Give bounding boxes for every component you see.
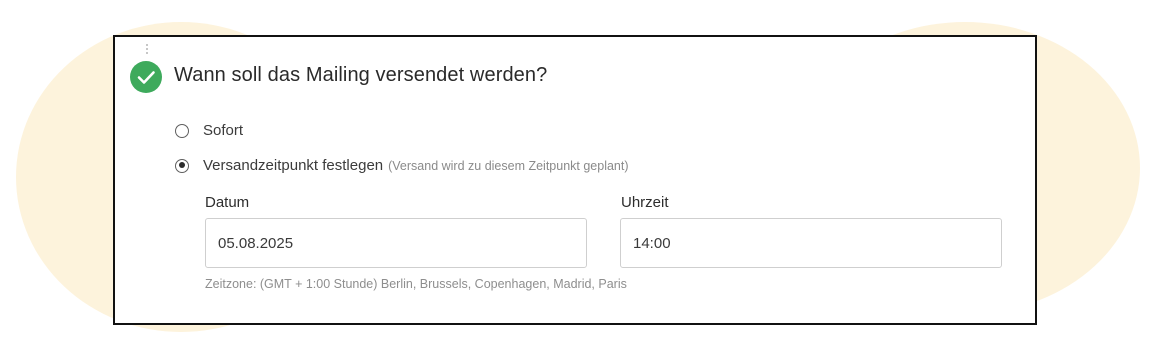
date-label: Datum <box>205 194 250 211</box>
time-value: 14:00 <box>633 234 671 252</box>
option-hint: (Versand wird zu diesem Zeitpunkt geplan… <box>388 158 629 173</box>
time-input[interactable]: 14:00 <box>620 218 1002 268</box>
option-immediately[interactable]: Sofort <box>175 122 243 139</box>
screenshot-stage: Wann soll das Mailing versendet werden? … <box>0 0 1152 350</box>
time-label: Uhrzeit <box>621 194 669 211</box>
date-value: 05.08.2025 <box>218 234 294 252</box>
option-label: Versandzeitpunkt festlegen <box>203 157 384 174</box>
schedule-card: Wann soll das Mailing versendet werden? … <box>113 35 1037 325</box>
option-label: Sofort <box>203 122 244 139</box>
section-title: Wann soll das Mailing versendet werden? <box>174 64 548 86</box>
radio-button-unchecked[interactable] <box>175 123 189 138</box>
radio-button-checked[interactable] <box>175 158 189 173</box>
option-schedule[interactable]: Versandzeitpunkt festlegen (Versand wird… <box>175 157 629 174</box>
timezone-note: Zeitzone: (GMT + 1:00 Stunde) Berlin, Br… <box>205 277 627 291</box>
check-circle-icon <box>130 61 162 93</box>
date-input[interactable]: 05.08.2025 <box>205 218 587 268</box>
drag-handle-icon[interactable] <box>146 44 149 58</box>
